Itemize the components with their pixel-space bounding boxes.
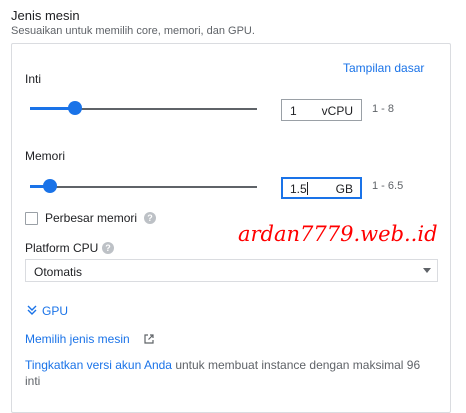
cores-label: Inti — [25, 72, 42, 86]
upgrade-text-cont: inti — [25, 374, 41, 388]
text-cursor — [307, 182, 308, 195]
watermark-text: ardan7779.web..id — [238, 222, 438, 246]
memory-slider[interactable] — [30, 179, 257, 193]
extend-memory-label[interactable]: Perbesar memori — [45, 211, 137, 225]
section-title: Jenis mesin — [11, 8, 80, 23]
memory-range: 1 - 6.5 — [372, 180, 404, 192]
cores-input[interactable]: 1 vCPU — [281, 99, 362, 121]
open-in-new-icon[interactable] — [143, 332, 155, 344]
dropdown-arrow-icon — [423, 268, 431, 273]
cores-value: 1 — [290, 104, 297, 118]
upgrade-text: untuk membuat instance dengan maksimal 9… — [171, 358, 421, 372]
help-circle-icon[interactable]: ? — [102, 242, 114, 254]
memory-label: Memori — [25, 149, 66, 163]
cores-unit: vCPU — [321, 104, 353, 118]
cores-slider-thumb[interactable] — [68, 101, 82, 115]
cpu-platform-label: Platform CPU — [25, 241, 99, 255]
cpu-platform-value: Otomatis — [34, 265, 83, 279]
cores-range: 1 - 8 — [372, 103, 395, 115]
cores-slider[interactable] — [30, 101, 257, 115]
cpu-platform-select[interactable]: Otomatis — [25, 259, 438, 282]
extend-memory-checkbox[interactable] — [25, 212, 38, 225]
help-circle-icon[interactable]: ? — [144, 212, 156, 224]
chevron-double-down-icon[interactable] — [26, 303, 38, 315]
memory-input[interactable]: 1.5 GB — [281, 177, 362, 199]
choose-machine-type-link[interactable]: Memilih jenis mesin — [25, 332, 130, 346]
upgrade-account-link[interactable]: Tingkatkan versi akun Anda — [25, 358, 172, 372]
memory-slider-track — [30, 186, 257, 188]
basic-view-link[interactable]: Tampilan dasar — [343, 61, 424, 75]
memory-unit: GB — [335, 182, 353, 196]
upgrade-notice: Tingkatkan versi akun Anda untuk membuat… — [25, 357, 445, 389]
section-subtitle: Sesuaikan untuk memilih core, memori, da… — [11, 25, 255, 37]
memory-value: 1.5 — [290, 182, 307, 196]
gpu-toggle-link[interactable]: GPU — [42, 304, 68, 318]
memory-slider-thumb[interactable] — [43, 179, 57, 193]
